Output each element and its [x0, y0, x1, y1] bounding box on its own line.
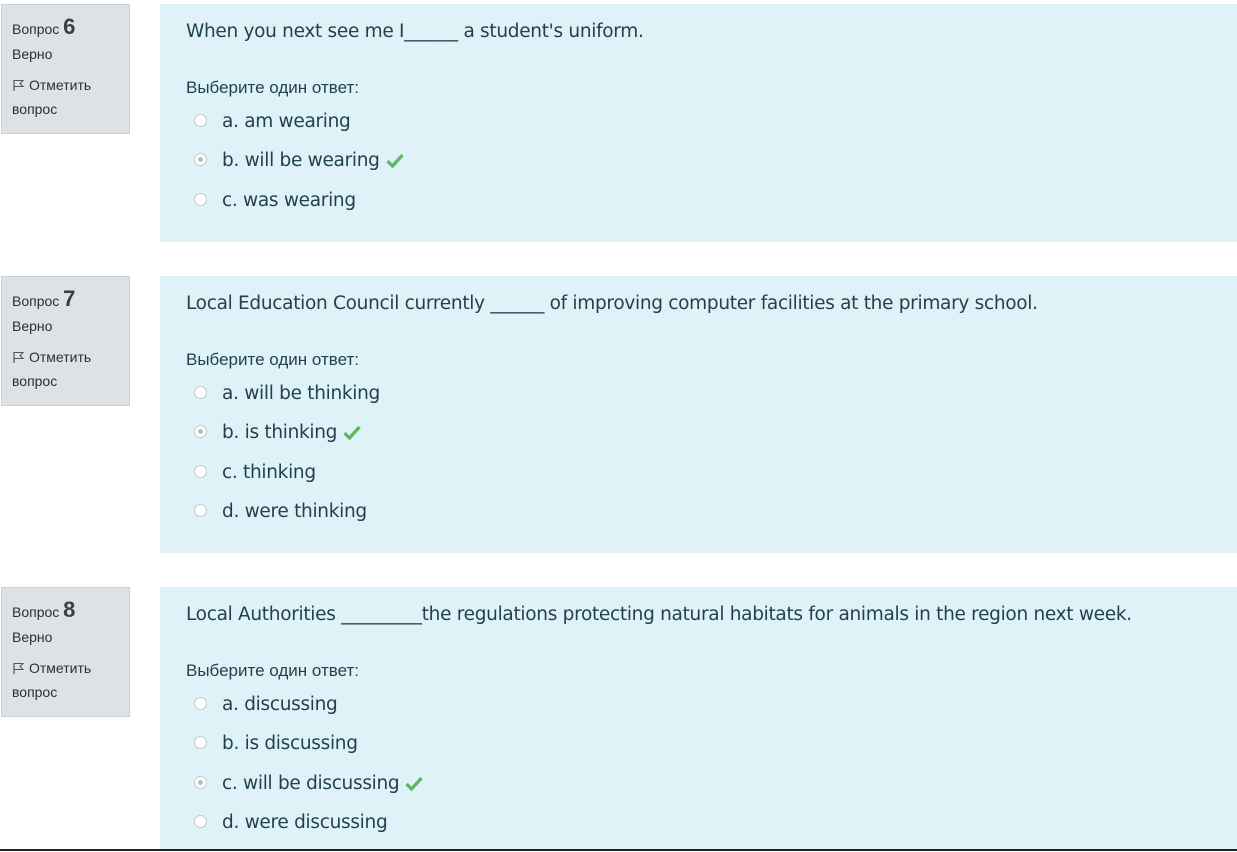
- option-label: b. is discussing: [222, 733, 358, 754]
- radio-button[interactable]: [194, 386, 207, 399]
- question-label: Вопрос: [12, 21, 60, 37]
- question-content: Local Education Council currently ______…: [160, 276, 1237, 553]
- check-icon: [405, 775, 424, 797]
- option-label: b. is thinking: [222, 422, 338, 443]
- flag-question-link[interactable]: Отметить вопрос: [12, 657, 119, 703]
- flag-icon: [12, 348, 25, 370]
- check-icon: [343, 424, 361, 446]
- question-info: Вопрос 7 Верно Отметить вопрос: [1, 276, 130, 406]
- flag-question-link[interactable]: Отметить вопрос: [12, 346, 119, 392]
- question-number: 7: [63, 286, 76, 311]
- question-text: Local Education Council currently ______…: [186, 293, 1038, 314]
- question-text: When you next see me I______ a student's…: [186, 21, 644, 42]
- question-state: Верно: [12, 629, 53, 645]
- question-content: When you next see me I______ a student's…: [160, 4, 1237, 242]
- question-state: Верно: [12, 318, 53, 334]
- radio-button-selected[interactable]: [194, 776, 207, 789]
- flag-icon: [12, 76, 25, 98]
- flag-question-link[interactable]: Отметить вопрос: [12, 74, 119, 120]
- option-label: a. discussing: [222, 694, 338, 715]
- option-label: b. will be wearing: [222, 150, 380, 171]
- option-label: c. will be discussing: [222, 773, 400, 794]
- radio-button-selected[interactable]: [194, 425, 207, 438]
- question-6: Вопрос 6 Верно Отметить вопрос When you …: [0, 4, 1237, 242]
- radio-button-selected[interactable]: [194, 153, 207, 166]
- bottom-divider: [0, 849, 1237, 851]
- option-label: c. thinking: [222, 462, 316, 483]
- question-8: Вопрос 8 Верно Отметить вопрос Local Aut…: [0, 587, 1237, 849]
- radio-button[interactable]: [194, 697, 207, 710]
- question-label: Вопрос: [12, 604, 60, 620]
- question-state: Верно: [12, 46, 53, 62]
- option-label: c. was wearing: [222, 190, 356, 211]
- radio-button[interactable]: [194, 465, 207, 478]
- question-label: Вопрос: [12, 293, 60, 309]
- option-label: d. were discussing: [222, 812, 388, 833]
- radio-button[interactable]: [194, 193, 207, 206]
- answer-prompt: Выберите один ответ:: [186, 350, 359, 369]
- option-label: a. will be thinking: [222, 383, 380, 404]
- question-text: Local Authorities _________the regulatio…: [186, 604, 1132, 625]
- question-content: Local Authorities _________the regulatio…: [160, 587, 1237, 849]
- check-icon: [385, 152, 404, 174]
- radio-button[interactable]: [194, 114, 207, 127]
- question-info: Вопрос 8 Верно Отметить вопрос: [1, 587, 130, 717]
- question-number: 6: [63, 14, 76, 39]
- radio-button[interactable]: [194, 815, 207, 828]
- question-number: 8: [63, 597, 76, 622]
- radio-button[interactable]: [194, 736, 207, 749]
- option-label: d. were thinking: [222, 501, 367, 522]
- radio-button[interactable]: [194, 504, 207, 517]
- flag-icon: [12, 659, 25, 681]
- question-7: Вопрос 7 Верно Отметить вопрос Local Edu…: [0, 276, 1237, 553]
- question-info: Вопрос 6 Верно Отметить вопрос: [1, 4, 130, 134]
- answer-prompt: Выберите один ответ:: [186, 78, 359, 97]
- option-label: a. am wearing: [222, 111, 351, 132]
- answer-prompt: Выберите один ответ:: [186, 661, 359, 680]
